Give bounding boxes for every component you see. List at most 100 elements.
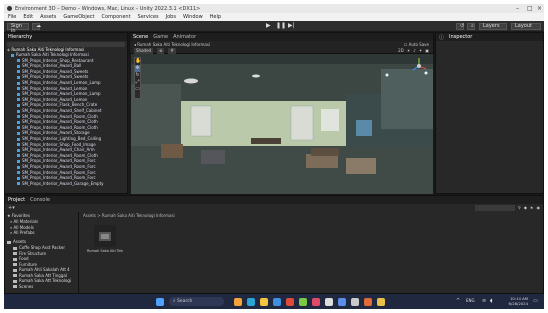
menu-file[interactable]: File	[8, 14, 16, 20]
favorite-item[interactable]: ⌕ All Models	[10, 225, 34, 230]
gameobject-icon	[17, 103, 20, 107]
cloud-icon[interactable]: ☁	[32, 22, 41, 30]
app-pink-icon[interactable]	[312, 297, 320, 306]
move-tool-icon[interactable]: ✥	[135, 65, 140, 72]
effects-icon[interactable]: ✦	[419, 48, 422, 53]
tab-animator[interactable]: Animator	[173, 34, 196, 40]
label-icon[interactable]: ◆	[524, 205, 527, 211]
clock[interactable]: 10:14 AM 6/28/2024	[504, 296, 528, 306]
menu-assets[interactable]: Assets	[40, 14, 56, 20]
menu-services[interactable]: Services	[138, 14, 159, 20]
tab-project[interactable]: Project	[8, 197, 25, 203]
asset-thumbnail[interactable]: Rumah Saka Aiti Teknologi	[87, 223, 123, 263]
project-panel: Project Console +▾ ⚲ ◆ ★ ◉ ★ Favorites ⌕…	[4, 195, 544, 294]
auto-save-toggle[interactable]: ☐ Auto Save	[404, 42, 429, 47]
tray-chevron-icon[interactable]: ^	[456, 298, 460, 304]
asset-folder-label: Scenes	[19, 283, 34, 289]
play-icon[interactable]: ▶	[266, 22, 271, 29]
tab-hierarchy[interactable]: Hierarchy	[8, 34, 32, 40]
scale-tool-icon[interactable]: ⤢	[135, 79, 140, 86]
maximize-icon[interactable]: □	[527, 5, 533, 12]
asset-folder[interactable]: Food	[13, 256, 29, 261]
info-icon: ⓘ	[439, 34, 445, 41]
app-yellow-icon[interactable]	[377, 297, 385, 306]
hierarchy-item[interactable]: SM_Props_Interior_Award_Garage_Empty	[17, 180, 104, 187]
edge-icon[interactable]	[247, 297, 255, 306]
rotate-tool-icon[interactable]: ↻	[135, 72, 140, 79]
file-explorer-icon[interactable]	[260, 297, 268, 306]
language-indicator[interactable]: ENG	[466, 298, 475, 303]
title-bar: Environment 3D – Demo – Windows, Mac, Li…	[4, 4, 544, 13]
asset-folder[interactable]: Furniture	[13, 262, 37, 267]
assets-header[interactable]: Assets	[7, 239, 26, 244]
asset-folder[interactable]: Rumah Saka Att Tinggal	[13, 273, 67, 278]
app-orange-icon[interactable]	[364, 297, 372, 306]
filter-icon[interactable]: ⚲	[518, 205, 521, 211]
tab-console[interactable]: Console	[30, 197, 50, 203]
inspector-panel: ⓘ Inspector	[435, 32, 544, 194]
layers-dropdown[interactable]: Layers	[479, 22, 507, 30]
taskview-icon[interactable]	[234, 297, 242, 306]
layout-dropdown[interactable]: Layout	[511, 22, 541, 30]
hierarchy-item-label: SM_Props_Interior_Award_Room_Forc	[22, 169, 96, 175]
favorites-header[interactable]: ★ Favorites	[7, 213, 30, 218]
scene-gizmo[interactable]	[410, 57, 428, 75]
asset-folder[interactable]: Rumah Saka Att Teknologi	[13, 278, 71, 283]
gameobject-icon	[17, 159, 20, 163]
gameobject-icon	[17, 182, 20, 186]
hand-tool-icon[interactable]: ✋	[135, 58, 141, 65]
gameobject-icon	[17, 109, 20, 113]
favorite-item[interactable]: ⌕ All Materials	[10, 219, 38, 224]
tab-scene[interactable]: Scene	[133, 34, 148, 40]
search-icon[interactable]: ⌕	[467, 22, 475, 30]
breadcrumb: ◂ Rumah Saka Aiti Teknologi Informasi	[134, 42, 211, 47]
minimize-icon[interactable]: –	[516, 5, 519, 12]
account-button[interactable]: Sign in	[7, 22, 29, 33]
menu-gameobject[interactable]: GameObject	[63, 14, 94, 20]
asset-folder[interactable]: Coffe Shop Asst Packer	[13, 245, 65, 250]
menu-help[interactable]: Help	[210, 14, 221, 20]
app-green-icon[interactable]	[299, 297, 307, 306]
volume-icon[interactable]: ◖	[490, 298, 493, 304]
asset-folder[interactable]: Rumah Ahli Sakalah Att 4	[13, 267, 70, 272]
scene-viewport[interactable]: ✋ ✥ ↻ ⤢ ▭	[131, 54, 433, 194]
menu-window[interactable]: Window	[183, 14, 203, 20]
lighting-icon[interactable]: ☀	[407, 48, 411, 53]
windows-start-icon[interactable]	[156, 297, 164, 306]
chrome-icon[interactable]	[338, 297, 346, 306]
gameobject-icon	[17, 87, 20, 91]
unity-editor-icon[interactable]	[351, 297, 359, 306]
gameobject-icon	[17, 64, 20, 68]
menu-jobs[interactable]: Jobs	[166, 14, 176, 20]
history-icon[interactable]: ↺	[456, 22, 464, 30]
taskbar-search-input[interactable]: ⌕ Search	[169, 297, 224, 306]
folder-icon	[13, 246, 17, 250]
project-search-input[interactable]	[474, 205, 515, 211]
tab-inspector[interactable]: Inspector	[449, 34, 472, 40]
app-red-icon[interactable]	[286, 297, 294, 306]
rect-tool-icon[interactable]: ▭	[135, 86, 140, 93]
gameobject-icon	[17, 75, 20, 79]
favorite-item[interactable]: ⌕ All Prefabs	[10, 230, 35, 235]
star-icon[interactable]: ★	[530, 205, 534, 211]
asset-folder-label: Food	[19, 256, 29, 261]
store-icon[interactable]	[273, 297, 281, 306]
eye-icon[interactable]: ◉	[537, 205, 541, 211]
mode-2d-toggle[interactable]: 2D	[398, 48, 404, 53]
wifi-icon[interactable]: ≋	[482, 298, 486, 304]
pause-icon[interactable]: ❚❚	[276, 22, 286, 29]
step-icon[interactable]: ▶|	[288, 22, 295, 29]
menu-component[interactable]: Component	[102, 14, 131, 20]
hierarchy-item-label: SM_Props_Interior_Award_Garage_Empty	[22, 180, 104, 186]
tab-game[interactable]: Game	[153, 34, 168, 40]
camera-icon[interactable]: ▣	[425, 48, 429, 53]
audio-icon[interactable]: ♪	[413, 48, 416, 53]
notification-icon[interactable]: ▭	[533, 298, 538, 304]
asset-folder[interactable]: Fire Structure	[13, 251, 46, 256]
folder-icon	[13, 268, 17, 272]
asset-folder[interactable]: Scenes	[13, 284, 33, 289]
menu-edit[interactable]: Edit	[23, 14, 33, 20]
close-icon[interactable]: ×	[537, 5, 542, 12]
unity-hub-icon[interactable]	[325, 297, 333, 306]
add-asset-button[interactable]: +▾	[8, 205, 15, 211]
